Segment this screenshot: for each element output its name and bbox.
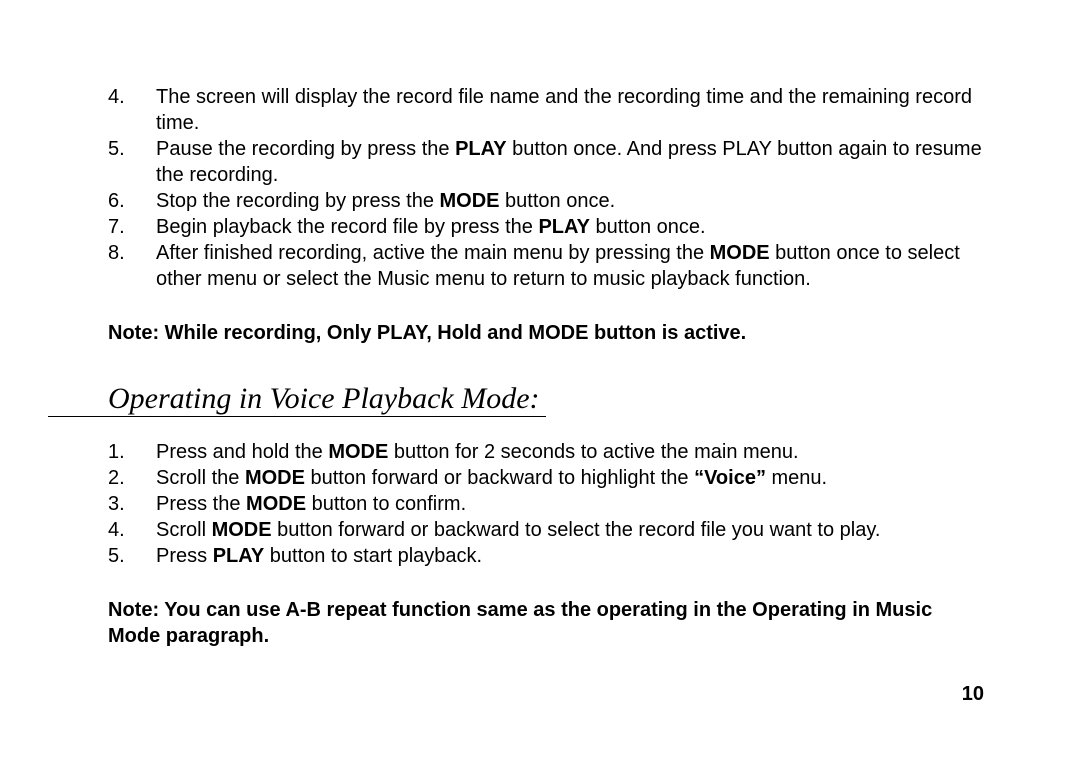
recording-steps-list: 4.The screen will display the record fil… — [108, 84, 988, 292]
recording-note: Note: While recording, Only PLAY, Hold a… — [108, 320, 988, 346]
list-item-text: After finished recording, active the mai… — [156, 240, 988, 292]
list-item-number: 6. — [108, 188, 156, 214]
list-item-text: Scroll the MODE button forward or backwa… — [156, 465, 988, 491]
list-item: 1.Press and hold the MODE button for 2 s… — [108, 439, 988, 465]
playback-note: Note: You can use A-B repeat function sa… — [108, 597, 988, 649]
list-item: 5.Pause the recording by press the PLAY … — [108, 136, 988, 188]
list-item-number: 4. — [108, 84, 156, 136]
page-number: 10 — [962, 683, 984, 706]
list-item-number: 2. — [108, 465, 156, 491]
list-item-text: Press and hold the MODE button for 2 sec… — [156, 439, 988, 465]
list-item-text: The screen will display the record file … — [156, 84, 988, 136]
voice-playback-steps-list: 1.Press and hold the MODE button for 2 s… — [108, 439, 988, 569]
list-item-number: 7. — [108, 214, 156, 240]
document-page: 4.The screen will display the record fil… — [0, 0, 1080, 764]
list-item: 5.Press PLAY button to start playback. — [108, 543, 988, 569]
list-item-number: 3. — [108, 491, 156, 517]
list-item-text: Press PLAY button to start playback. — [156, 543, 988, 569]
list-item-number: 8. — [108, 240, 156, 292]
list-item-number: 4. — [108, 517, 156, 543]
list-item: 8.After finished recording, active the m… — [108, 240, 988, 292]
list-item: 2.Scroll the MODE button forward or back… — [108, 465, 988, 491]
list-item-text: Pause the recording by press the PLAY bu… — [156, 136, 988, 188]
list-item-text: Scroll MODE button forward or backward t… — [156, 517, 988, 543]
list-item: 4.Scroll MODE button forward or backward… — [108, 517, 988, 543]
list-item-text: Press the MODE button to confirm. — [156, 491, 988, 517]
list-item-number: 5. — [108, 543, 156, 569]
list-item: 4.The screen will display the record fil… — [108, 84, 988, 136]
list-item-number: 5. — [108, 136, 156, 188]
list-item-text: Begin playback the record file by press … — [156, 214, 988, 240]
list-item-number: 1. — [108, 439, 156, 465]
list-item: 3.Press the MODE button to confirm. — [108, 491, 988, 517]
list-item-text: Stop the recording by press the MODE but… — [156, 188, 988, 214]
voice-playback-heading: Operating in Voice Playback Mode: — [48, 382, 546, 417]
list-item: 7.Begin playback the record file by pres… — [108, 214, 988, 240]
list-item: 6.Stop the recording by press the MODE b… — [108, 188, 988, 214]
